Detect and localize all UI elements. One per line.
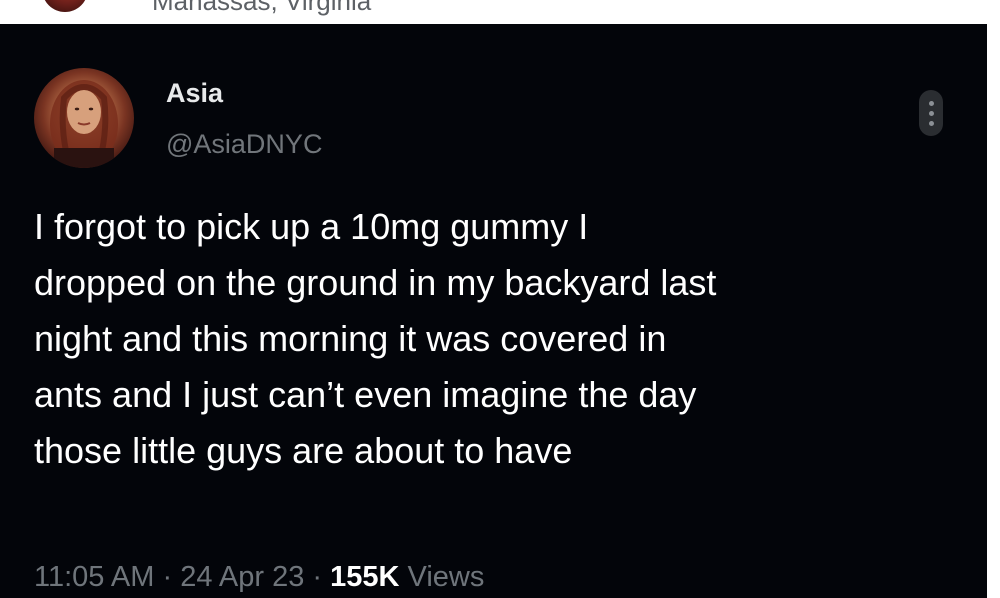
previous-avatar[interactable] [42, 0, 88, 12]
meta-separator: · [312, 561, 323, 593]
dot [928, 100, 934, 106]
tweet-text: I forgot to pick up a 10mg gummy I dropp… [34, 199, 954, 479]
tweet-date[interactable]: 24 Apr 23 [180, 561, 304, 593]
tweet-line: I forgot to pick up a 10mg gummy I [34, 206, 589, 247]
tweet-line: dropped on the ground in my backyard las… [34, 262, 717, 303]
tweet-line: night and this morning it was covered in [34, 318, 667, 359]
dot [928, 120, 934, 126]
tweet-time[interactable]: 11:05 AM [34, 561, 154, 593]
tweet-line: ants and I just can’t even imagine the d… [34, 374, 697, 415]
tweet-card: Asia @AsiaDNYC I forgot to pick up a 10m… [0, 24, 987, 598]
views-label: Views [407, 561, 485, 593]
location-text: Manassas, Virginia [152, 0, 372, 16]
more-options-icon[interactable] [919, 90, 943, 136]
meta-separator: · [162, 561, 173, 593]
display-name[interactable]: Asia [166, 78, 223, 109]
views-count[interactable]: 155K [330, 561, 399, 593]
avatar[interactable] [34, 68, 134, 168]
previous-tweet-strip: Manassas, Virginia [0, 0, 1000, 24]
tweet-meta: 11:05 AM · 24 Apr 23 · 155K Views [34, 561, 484, 594]
tweet-line: those little guys are about to have [34, 430, 573, 471]
screenshot: Manassas, Virginia Asia @AsiaDNYC I forg… [0, 0, 1000, 598]
right-gutter [987, 24, 1000, 598]
dot [928, 110, 934, 116]
user-handle[interactable]: @AsiaDNYC [166, 129, 322, 160]
profile-photo-icon [50, 80, 118, 168]
